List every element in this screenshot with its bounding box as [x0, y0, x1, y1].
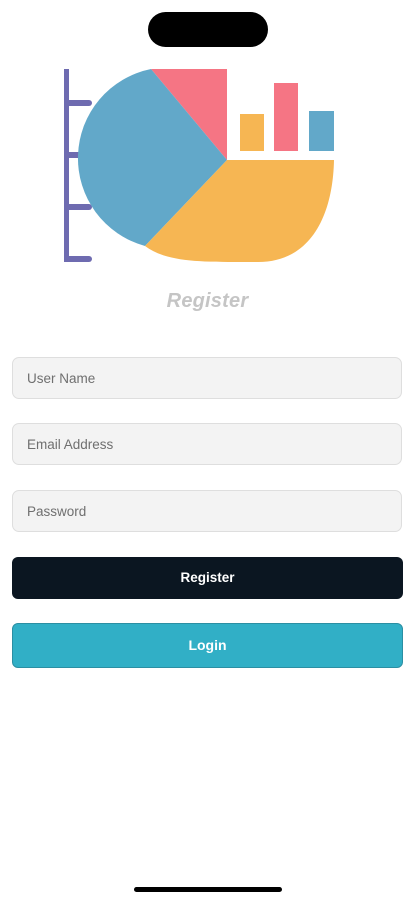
chart-logo-icon: [58, 62, 343, 270]
password-input[interactable]: [12, 490, 402, 532]
home-indicator[interactable]: [134, 887, 282, 892]
dynamic-island: [148, 12, 268, 47]
login-button[interactable]: Login: [12, 623, 403, 668]
email-input[interactable]: [12, 423, 402, 465]
register-screen: Register Register Login: [0, 0, 415, 900]
username-input[interactable]: [12, 357, 402, 399]
page-title: Register: [166, 290, 249, 312]
register-button[interactable]: Register: [12, 557, 403, 599]
bar-chart-icon: [240, 83, 334, 151]
